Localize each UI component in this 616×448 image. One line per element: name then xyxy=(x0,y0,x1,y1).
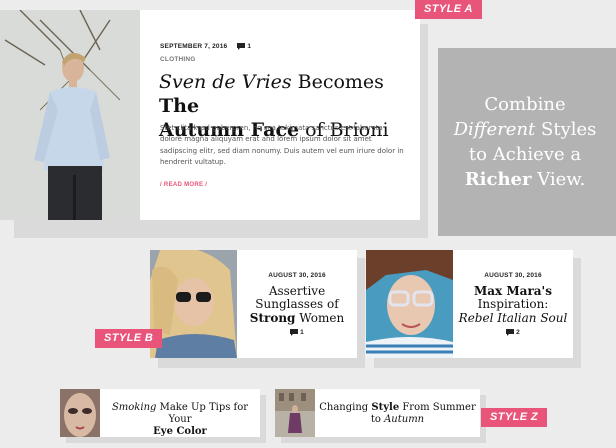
man-in-shirt-photo xyxy=(0,10,140,220)
style-z-label: STYLE Z xyxy=(481,408,548,427)
post-card-summer-autumn-title[interactable]: Changing Style From Summer to Autumn xyxy=(315,402,480,426)
post-card-smoking-makeup-image[interactable] xyxy=(60,389,100,437)
comment-icon xyxy=(506,329,515,336)
post-card-sunglasses-title[interactable]: Assertive Sunglasses of Strong Women xyxy=(237,284,357,325)
post-card-summer-autumn-image[interactable] xyxy=(275,389,315,437)
featured-post-excerpt: Stet clita kasd gubergren, no sea takima… xyxy=(160,124,404,166)
post-card-smoking-makeup-title[interactable]: Smoking Make Up Tips for Your Eye Color xyxy=(100,402,260,438)
featured-post-meta: SEPTEMBER 7, 2016 1 xyxy=(160,43,251,50)
promo-text: Combine Different Styles to Achieve a Ri… xyxy=(453,94,597,190)
featured-post-image[interactable] xyxy=(0,10,140,220)
woman-sunglasses-photo xyxy=(150,250,237,358)
featured-post-category[interactable]: CLOTHING xyxy=(160,56,196,63)
post-card-smoking-makeup[interactable]: Smoking Make Up Tips for Your Eye Color xyxy=(60,389,260,437)
post-card-max-mara-date: AUGUST 30, 2016 xyxy=(484,272,542,279)
post-card-sunglasses-date: AUGUST 30, 2016 xyxy=(268,272,326,279)
woman-glasses-photo xyxy=(366,250,453,358)
featured-post-date: SEPTEMBER 7, 2016 xyxy=(160,43,228,51)
featured-post-comment-count[interactable]: 1 xyxy=(247,43,251,50)
promo-box: Combine Different Styles to Achieve a Ri… xyxy=(438,48,616,236)
post-card-sunglasses-comments[interactable]: 1 xyxy=(237,329,357,336)
smoky-eye-photo xyxy=(60,389,100,437)
post-card-summer-autumn[interactable]: Changing Style From Summer to Autumn xyxy=(275,389,480,437)
post-card-sunglasses-image[interactable] xyxy=(150,250,237,358)
post-card-max-mara[interactable]: AUGUST 30, 2016 Max Mara's Inspiration: … xyxy=(366,250,573,358)
post-card-max-mara-title[interactable]: Max Mara's Inspiration: Rebel Italian So… xyxy=(453,284,573,325)
comment-icon xyxy=(237,43,246,50)
style-b-label: STYLE B xyxy=(95,329,163,348)
featured-post-card[interactable]: SEPTEMBER 7, 2016 1 CLOTHING Sven de Vri… xyxy=(0,10,420,220)
post-card-max-mara-image[interactable] xyxy=(366,250,453,358)
style-a-label: STYLE A xyxy=(415,0,482,19)
post-card-max-mara-comments[interactable]: 2 xyxy=(453,329,573,336)
read-more-link[interactable]: / READ MORE / xyxy=(160,182,207,188)
comment-icon xyxy=(290,329,299,336)
post-card-sunglasses[interactable]: AUGUST 30, 2016 Assertive Sunglasses of … xyxy=(150,250,357,358)
street-style-photo xyxy=(275,389,315,437)
